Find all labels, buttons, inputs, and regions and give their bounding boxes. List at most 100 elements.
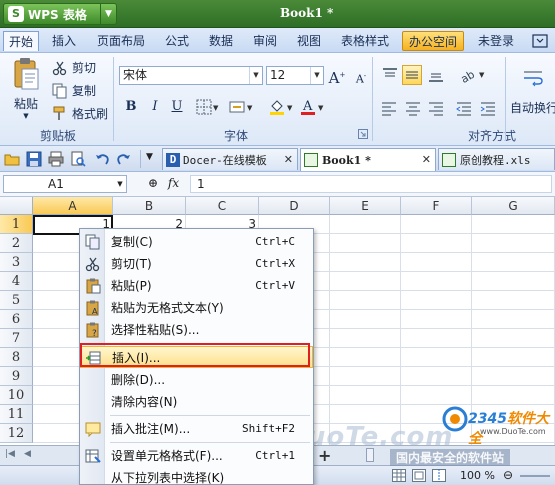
align-bottom-icon[interactable] xyxy=(426,65,446,85)
menu-item-delete[interactable]: 删除(D)... xyxy=(80,369,313,391)
text-orientation-icon[interactable]: ab xyxy=(458,65,478,85)
menu-item-clear-contents[interactable]: 清除内容(N) xyxy=(80,391,313,413)
login-status[interactable]: 未登录 xyxy=(478,31,514,51)
underline-button[interactable]: U xyxy=(167,97,187,117)
align-middle-button[interactable] xyxy=(402,65,422,85)
grow-font-button[interactable]: A+ xyxy=(327,65,347,87)
open-folder-icon[interactable] xyxy=(4,151,20,167)
merge-cells-icon[interactable] xyxy=(229,99,245,115)
decrease-indent-icon[interactable] xyxy=(455,99,473,117)
copy-button[interactable]: 复制 xyxy=(52,82,96,99)
menu-item-paste-plain-text[interactable]: A 粘贴为无格式文本(Y) xyxy=(80,297,313,319)
column-header-d[interactable]: D xyxy=(259,197,330,215)
column-header-a[interactable]: A xyxy=(33,197,113,215)
zoom-out-icon[interactable]: ⊖ xyxy=(503,468,513,482)
close-icon[interactable]: ✕ xyxy=(284,153,293,166)
column-header-g[interactable]: G xyxy=(472,197,555,215)
tab-insert[interactable]: 插入 xyxy=(52,31,76,51)
row-header-4[interactable]: 4 xyxy=(0,272,33,291)
customize-toolbar-icon[interactable]: ▼ xyxy=(146,152,153,162)
align-right-icon[interactable] xyxy=(427,99,445,117)
column-header-e[interactable]: E xyxy=(330,197,401,215)
row-header-10[interactable]: 10 xyxy=(0,386,33,405)
chevron-down-icon[interactable]: ▼ xyxy=(249,67,262,84)
column-header-b[interactable]: B xyxy=(113,197,186,215)
fill-color-icon[interactable] xyxy=(268,98,286,116)
font-size-select[interactable]: 12 ▼ xyxy=(266,66,324,85)
bold-button[interactable]: B xyxy=(121,97,141,117)
redo-icon[interactable] xyxy=(116,151,132,167)
paste-button[interactable]: 粘贴 ▼ xyxy=(8,57,44,121)
chevron-down-icon[interactable]: ▼ xyxy=(247,104,252,112)
chevron-down-icon[interactable]: ▼ xyxy=(100,3,116,25)
name-box[interactable]: A1 ▼ xyxy=(3,175,127,193)
tab-home[interactable]: 开始 xyxy=(3,31,40,51)
tab-office-space[interactable]: 办公空间 xyxy=(402,31,465,51)
close-icon[interactable]: ✕ xyxy=(422,153,431,166)
scrollbar-splitter[interactable] xyxy=(366,448,374,462)
ribbon-collapse-icon[interactable] xyxy=(531,32,551,50)
align-center-icon[interactable] xyxy=(404,99,422,117)
print-preview-icon[interactable] xyxy=(70,151,86,167)
tab-data[interactable]: 数据 xyxy=(209,31,233,51)
chevron-down-icon[interactable]: ▼ xyxy=(213,104,218,112)
save-icon[interactable] xyxy=(26,151,42,167)
column-header-c[interactable]: C xyxy=(186,197,259,215)
column-header-f[interactable]: F xyxy=(401,197,472,215)
wrap-text-button[interactable]: 自动换行 xyxy=(510,67,555,116)
menu-item-cut[interactable]: 剪切(T) Ctrl+X xyxy=(80,253,313,275)
prev-sheet-icon[interactable]: ◀ xyxy=(24,449,31,459)
select-all-corner[interactable] xyxy=(0,197,33,215)
doc-tab-book1[interactable]: Book1 * ✕ xyxy=(300,148,436,171)
font-color-icon[interactable]: A xyxy=(299,98,317,116)
print-icon[interactable] xyxy=(48,151,64,167)
dialog-launcher-icon[interactable] xyxy=(358,129,368,139)
menu-item-insert-comment[interactable]: 插入批注(M)... Shift+F2 xyxy=(80,418,313,440)
chevron-down-icon[interactable]: ▼ xyxy=(318,104,323,112)
row-header-6[interactable]: 6 xyxy=(0,310,33,329)
insert-function-icon[interactable]: fx xyxy=(168,176,179,190)
menu-item-copy[interactable]: 复制(C) Ctrl+C xyxy=(80,231,313,253)
row-header-12[interactable]: 12 xyxy=(0,424,33,443)
increase-indent-icon[interactable] xyxy=(479,99,497,117)
font-family-select[interactable]: 宋体 ▼ xyxy=(119,66,263,85)
chevron-down-icon[interactable]: ▼ xyxy=(479,71,484,79)
tab-table-style[interactable]: 表格样式 xyxy=(341,31,389,51)
align-top-icon[interactable] xyxy=(380,65,400,85)
format-painter-button[interactable]: 格式刷 xyxy=(52,105,108,122)
row-header-7[interactable]: 7 xyxy=(0,329,33,348)
cut-button[interactable]: 剪切 xyxy=(52,59,96,76)
tab-review[interactable]: 审阅 xyxy=(253,31,277,51)
doc-tab-tutorial[interactable]: 原创教程.xls xyxy=(438,148,555,170)
row-header-2[interactable]: 2 xyxy=(0,234,33,253)
zoom-slider[interactable] xyxy=(520,475,550,477)
zoom-formula-icon[interactable]: ⊕ xyxy=(148,176,158,190)
row-header-8[interactable]: 8 xyxy=(0,348,33,367)
menu-item-paste-special[interactable]: ? 选择性粘贴(S)... xyxy=(80,319,313,341)
normal-view-icon[interactable] xyxy=(392,469,406,482)
add-sheet-icon[interactable]: + xyxy=(318,446,331,465)
page-break-view-icon[interactable] xyxy=(432,469,446,482)
first-sheet-icon[interactable]: |◀ xyxy=(5,449,15,459)
app-menu-button[interactable]: S WPS 表格 ▼ xyxy=(3,3,117,25)
align-left-icon[interactable] xyxy=(380,99,398,117)
doc-tab-docer[interactable]: D Docer-在线模板 ✕ xyxy=(162,148,298,170)
tab-formulas[interactable]: 公式 xyxy=(165,31,189,51)
chevron-down-icon[interactable]: ▼ xyxy=(287,104,292,112)
row-header-3[interactable]: 3 xyxy=(0,253,33,272)
menu-item-paste[interactable]: 粘贴(P) Ctrl+V xyxy=(80,275,313,297)
row-header-9[interactable]: 9 xyxy=(0,367,33,386)
tab-page-layout[interactable]: 页面布局 xyxy=(97,31,145,51)
menu-item-pick-from-list[interactable]: 从下拉列表中选择(K) xyxy=(80,467,313,485)
row-header-5[interactable]: 5 xyxy=(0,291,33,310)
formula-input[interactable]: 1 xyxy=(190,175,552,193)
chevron-down-icon[interactable]: ▼ xyxy=(310,67,323,84)
italic-button[interactable]: I xyxy=(145,97,165,117)
shrink-font-button[interactable]: A- xyxy=(351,66,371,86)
chevron-down-icon[interactable]: ▼ xyxy=(114,176,126,192)
row-header-1[interactable]: 1 xyxy=(0,215,33,234)
borders-icon[interactable] xyxy=(196,99,212,115)
paste-chevron-icon[interactable]: ▼ xyxy=(23,112,28,120)
page-layout-view-icon[interactable] xyxy=(412,469,426,482)
zoom-level[interactable]: 100 % xyxy=(460,469,495,482)
